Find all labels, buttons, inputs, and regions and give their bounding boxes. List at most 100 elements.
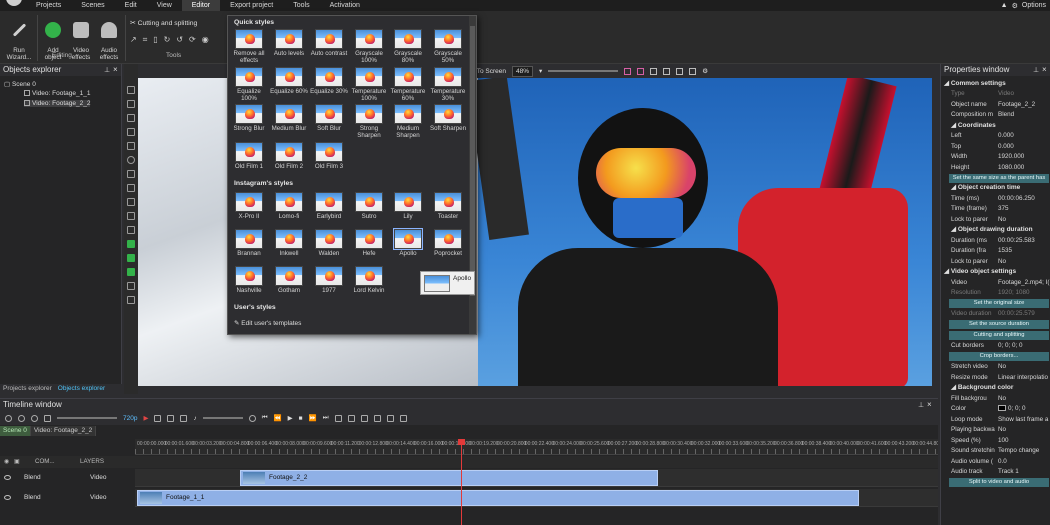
- style-instagram-14[interactable]: 1977: [310, 266, 348, 294]
- tree-item-footage-2[interactable]: Video: Footage_2_2: [24, 100, 91, 107]
- style-instagram-15[interactable]: Lord Kelvin: [350, 266, 388, 294]
- prop-value[interactable]: 0; 0; 0; 0: [998, 341, 1023, 351]
- next-frame-icon[interactable]: ⏩: [309, 414, 317, 422]
- prop-value[interactable]: 00:00:25.583: [998, 236, 1035, 246]
- video-tool-icon[interactable]: [127, 254, 135, 262]
- style-instagram-7[interactable]: Inkwell: [270, 229, 308, 257]
- blend-select[interactable]: Blend: [24, 494, 41, 501]
- style-instagram-0[interactable]: X-Pro II: [230, 192, 268, 220]
- distribute-icon[interactable]: [663, 67, 671, 75]
- timeline-clip[interactable]: Footage_2_2: [240, 470, 658, 486]
- timeline-clip[interactable]: Footage_1_1: [137, 490, 859, 506]
- rotate-icon[interactable]: ↻: [164, 35, 171, 45]
- prop-row-lock2[interactable]: Lock to parer No: [941, 257, 1050, 267]
- pin-icon[interactable]: ⊥: [104, 66, 110, 74]
- close-icon[interactable]: ×: [927, 400, 932, 409]
- style-instagram-12[interactable]: Nashville: [230, 266, 268, 294]
- style-instagram-10[interactable]: Apollo: [389, 228, 427, 257]
- prop-row-vdur[interactable]: Video duration 00:00:25.579: [941, 309, 1050, 319]
- collapse-icon[interactable]: ▢: [4, 81, 10, 88]
- rotate-right-icon[interactable]: ⟳: [189, 35, 196, 45]
- app-logo-icon[interactable]: [6, 0, 22, 6]
- resolution-select[interactable]: 720p: [123, 415, 137, 422]
- chart-icon[interactable]: [127, 212, 135, 220]
- zoom-in-icon[interactable]: [5, 414, 12, 422]
- color-swatch[interactable]: [998, 405, 1006, 411]
- btn-source-duration[interactable]: Set the source duration: [949, 320, 1049, 329]
- prop-row-track[interactable]: Audio track Track 1: [941, 467, 1050, 477]
- section-sec-duration[interactable]: ◢ Object drawing duration: [951, 225, 1033, 235]
- style-quick-4[interactable]: Grayscale 80%: [389, 29, 427, 64]
- prop-value[interactable]: No: [998, 425, 1006, 435]
- skip-start-icon[interactable]: [154, 414, 162, 422]
- prop-value[interactable]: 00:00:25.579: [998, 309, 1035, 319]
- tab-objects-explorer[interactable]: Objects explorer: [55, 384, 108, 394]
- menu-projects[interactable]: Projects: [26, 0, 71, 11]
- pin-icon[interactable]: ⊥: [918, 401, 924, 409]
- stop-icon[interactable]: ■: [299, 415, 303, 422]
- rect-tool-icon[interactable]: [127, 142, 135, 150]
- style-quick-8[interactable]: Equalize 30%: [310, 66, 348, 95]
- eye-icon[interactable]: [4, 495, 11, 500]
- play-icon[interactable]: ▶: [288, 414, 293, 422]
- prop-value[interactable]: 1535: [998, 246, 1012, 256]
- section-sec-creation[interactable]: ◢ Object creation time: [951, 183, 1020, 193]
- zoom-fit-icon[interactable]: [31, 414, 38, 422]
- style-quick-0[interactable]: Remove all effects: [230, 29, 268, 64]
- menu-scenes[interactable]: Scenes: [71, 0, 114, 11]
- undo-icon[interactable]: [386, 414, 394, 422]
- ellipse-tool-icon[interactable]: [127, 156, 135, 164]
- tree-item-footage-1[interactable]: Video: Footage_1_1: [24, 90, 90, 97]
- to-start-icon[interactable]: ⏮: [262, 414, 268, 422]
- close-icon[interactable]: ×: [113, 65, 118, 74]
- style-quick-9[interactable]: Temperature 100%: [350, 66, 388, 102]
- style-quick-6[interactable]: Equalize 100%: [230, 66, 268, 102]
- prop-row-left[interactable]: Left 0.000: [941, 131, 1050, 141]
- style-quick-19[interactable]: Old Film 2: [270, 141, 308, 170]
- crop-icon[interactable]: ⌗: [143, 35, 148, 45]
- prop-value[interactable]: 1920; 1080: [998, 288, 1030, 298]
- style-quick-3[interactable]: Grayscale 100%: [350, 29, 388, 64]
- text-icon[interactable]: [127, 184, 135, 192]
- rotate-left-icon[interactable]: ↺: [176, 35, 183, 45]
- frame-icon[interactable]: ▯: [153, 35, 157, 45]
- lock-icon[interactable]: ▣: [14, 458, 20, 465]
- style-quick-11[interactable]: Temperature 30%: [429, 66, 467, 102]
- prop-row-color[interactable]: Color 0; 0; 0: [941, 404, 1050, 414]
- prop-value[interactable]: 0; 0; 0: [998, 404, 1026, 414]
- menu-activation[interactable]: Activation: [320, 0, 370, 11]
- prop-value[interactable]: No: [998, 362, 1006, 372]
- btn-original-size[interactable]: Set the original size: [949, 299, 1049, 308]
- edit-user-templates-button[interactable]: ✎ Edit user's templates: [234, 319, 301, 327]
- select-tool-icon[interactable]: [127, 86, 135, 94]
- snap-icon[interactable]: [373, 414, 381, 422]
- prop-value[interactable]: No: [998, 257, 1006, 267]
- volume-slider[interactable]: [202, 417, 243, 419]
- zoom-out-icon[interactable]: [18, 414, 25, 422]
- split-icon[interactable]: [334, 414, 342, 422]
- run-wizard-button[interactable]: Run Wizard...: [4, 15, 34, 61]
- cutting-splitting-button[interactable]: ✂ Cutting and splitting: [130, 19, 197, 27]
- section-sec-common[interactable]: ◢ Common settings: [944, 79, 1006, 89]
- prop-row-time-fr[interactable]: Time (frame) 375: [941, 204, 1050, 214]
- prop-value[interactable]: Linear interpolatio: [998, 373, 1048, 383]
- settings-icon[interactable]: ⚙: [702, 67, 708, 75]
- audio-tool-icon[interactable]: [127, 282, 135, 290]
- prop-value[interactable]: Show last frame a: [998, 415, 1048, 425]
- prop-row-loop[interactable]: Loop mode Show last frame a: [941, 415, 1050, 425]
- prop-value[interactable]: 100: [998, 436, 1009, 446]
- prop-row-lock1[interactable]: Lock to parer No: [941, 215, 1050, 225]
- menu-tools[interactable]: Tools: [283, 0, 319, 11]
- prop-value[interactable]: 375: [998, 204, 1009, 214]
- style-quick-10[interactable]: Temperature 60%: [389, 66, 427, 102]
- prop-value[interactable]: Track 1: [998, 467, 1019, 477]
- arrow-tool-icon[interactable]: ↗: [130, 35, 137, 45]
- grid-icon[interactable]: [44, 414, 51, 422]
- trim-icon[interactable]: [347, 414, 355, 422]
- play-red-icon[interactable]: ▶: [143, 414, 148, 422]
- tab-footage[interactable]: Video: Footage_2_2: [30, 426, 97, 436]
- eye-icon[interactable]: [4, 475, 11, 480]
- camera-icon[interactable]: ◉: [202, 35, 209, 45]
- style-quick-18[interactable]: Old Film 1: [230, 141, 268, 170]
- prop-row-video[interactable]: Video Footage_2.mp4; I(: [941, 278, 1050, 288]
